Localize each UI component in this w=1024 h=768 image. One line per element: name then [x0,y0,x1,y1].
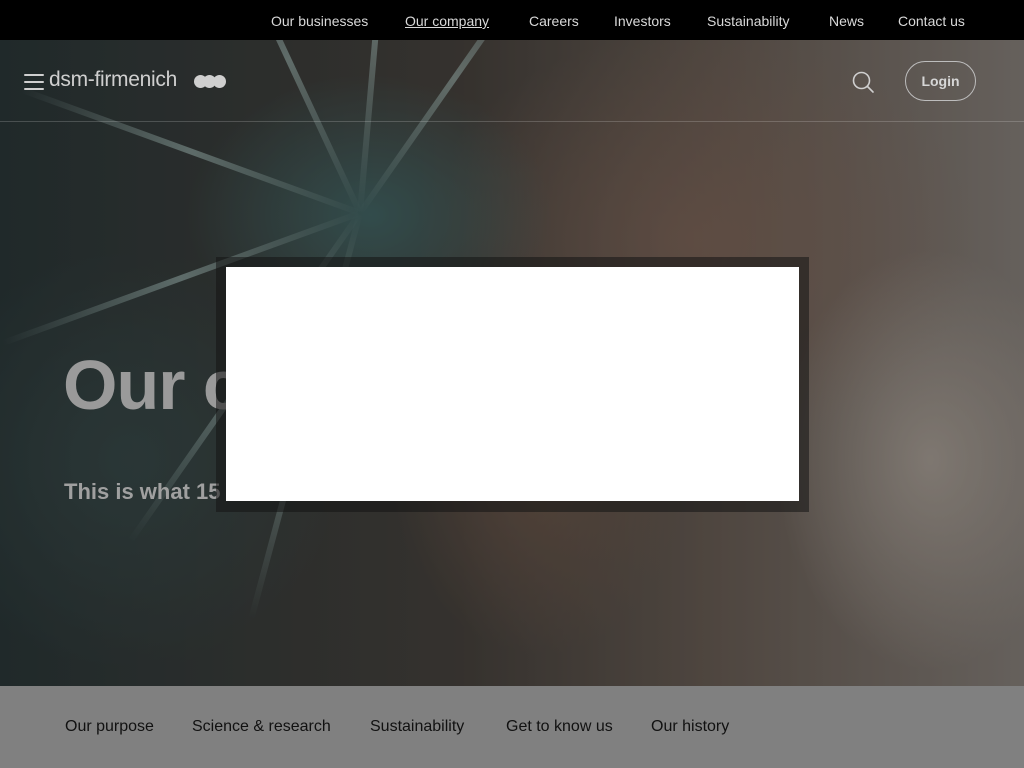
search-icon[interactable] [851,70,875,94]
login-button[interactable]: Login [905,61,976,101]
top-navigation: Our businesses Our company Careers Inves… [0,0,1024,40]
logo-dots-icon [194,75,226,88]
topnav-news[interactable]: News [829,13,864,29]
subnav-science-research[interactable]: Science & research [192,718,331,736]
topnav-sustainability[interactable]: Sustainability [707,13,790,29]
topnav-contact-us[interactable]: Contact us [898,13,965,29]
modal-dialog[interactable] [226,267,799,501]
topnav-our-company[interactable]: Our company [405,13,489,29]
topnav-investors[interactable]: Investors [614,13,671,29]
section-subnav: Our purpose Science & research Sustainab… [0,686,1024,768]
subnav-our-history[interactable]: Our history [651,718,729,736]
topnav-our-businesses[interactable]: Our businesses [271,13,368,29]
subnav-get-to-know-us[interactable]: Get to know us [506,718,613,736]
hero-title: Our c [63,346,242,424]
hero-subtitle: This is what 15 [64,479,221,504]
subnav-our-purpose[interactable]: Our purpose [65,718,154,736]
subnav-sustainability[interactable]: Sustainability [370,718,464,736]
site-header: dsm-firmenich Login [0,40,1024,122]
hamburger-icon[interactable] [24,74,44,90]
logo-wordmark[interactable]: dsm-firmenich [49,68,177,92]
topnav-careers[interactable]: Careers [529,13,579,29]
